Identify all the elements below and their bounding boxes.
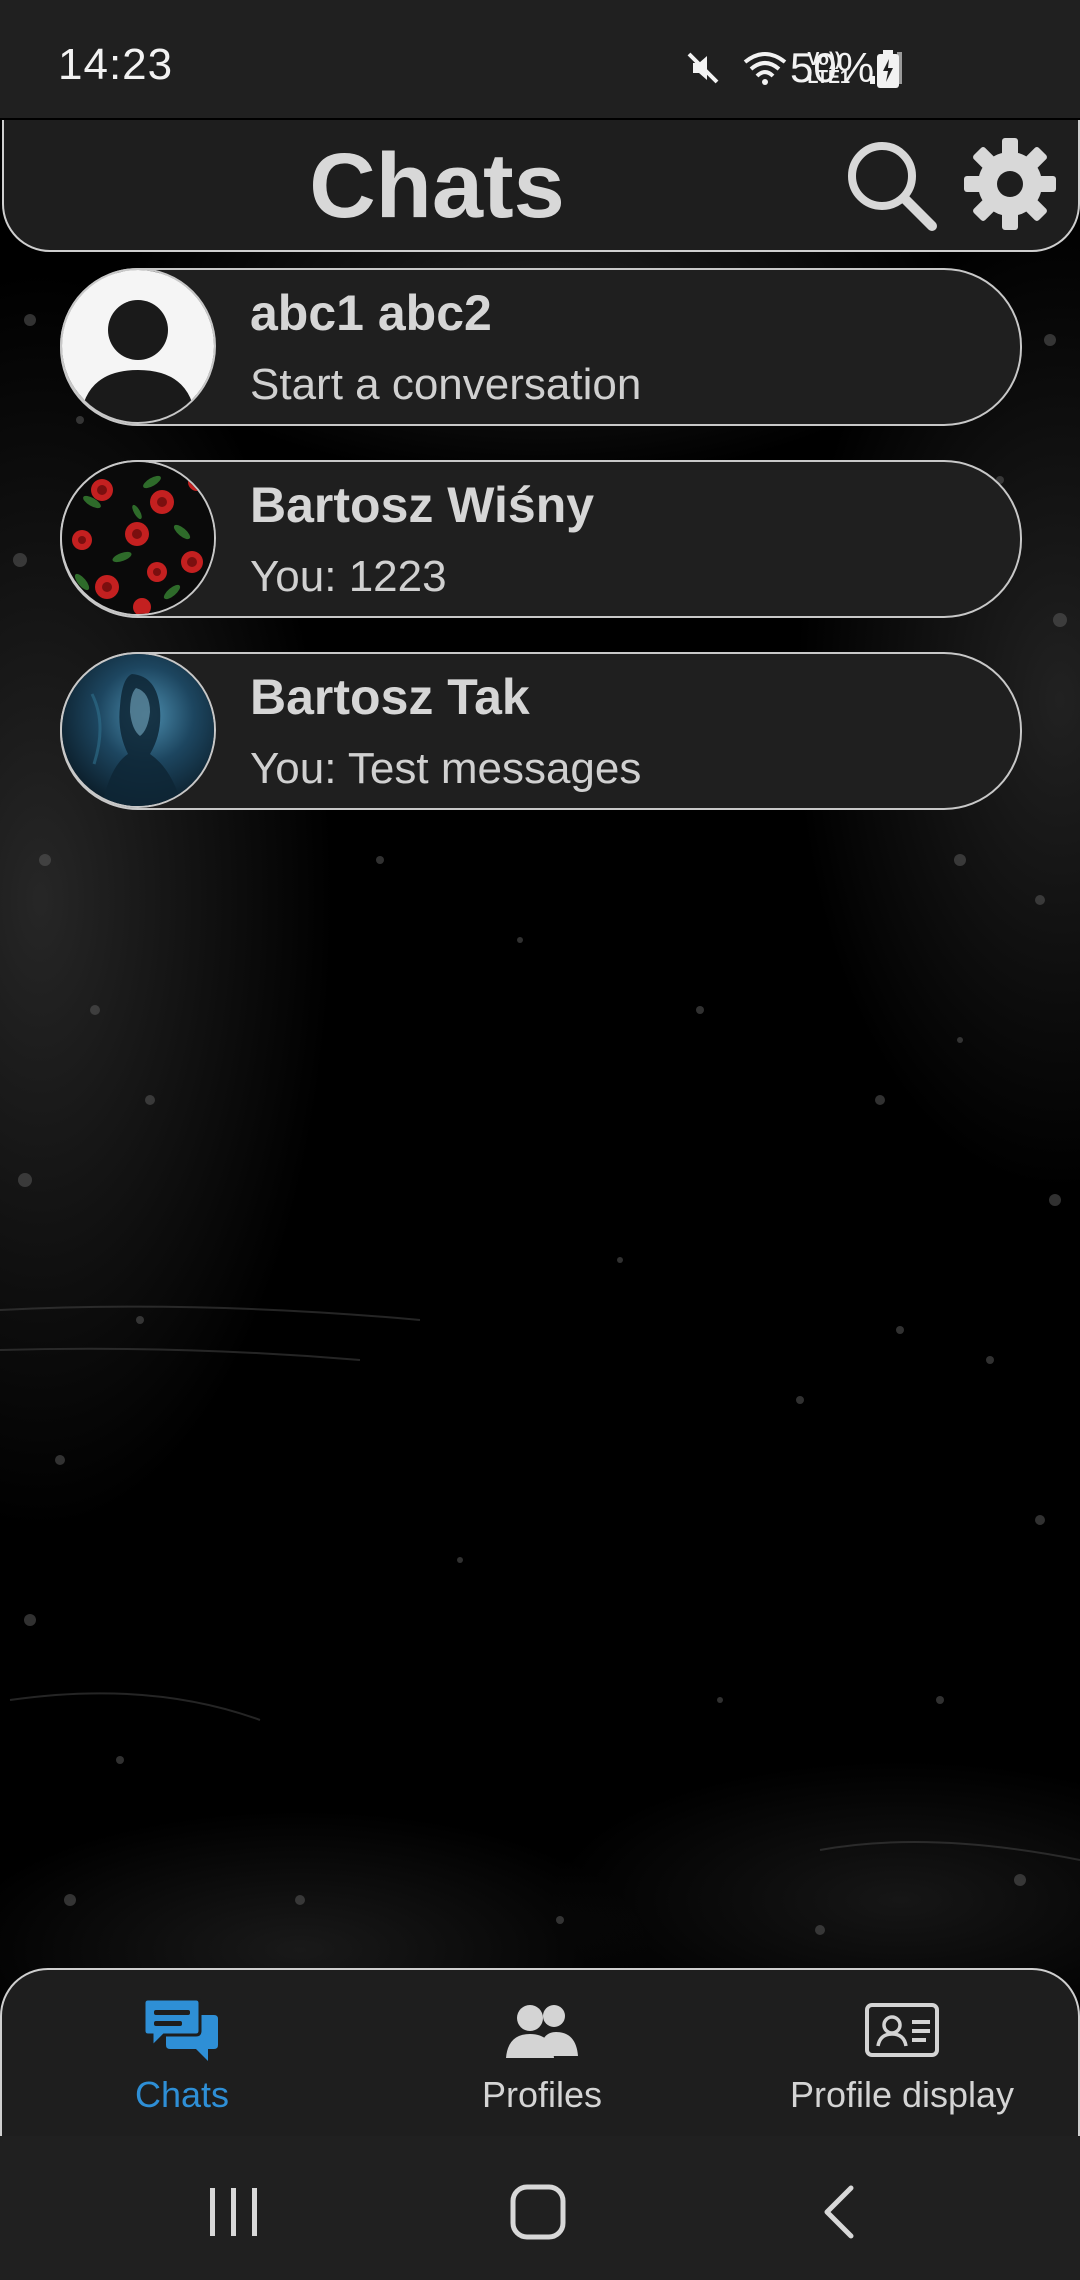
- nav-tab-chats[interactable]: Chats: [2, 1970, 362, 2136]
- recents-icon: [210, 2188, 257, 2236]
- back-button[interactable]: [800, 2172, 880, 2252]
- nav-tab-profiles[interactable]: Profiles: [362, 1970, 722, 2136]
- dark-blue-figure-avatar: [62, 654, 214, 806]
- search-button[interactable]: [840, 134, 940, 234]
- home-icon: [510, 2184, 566, 2240]
- search-icon: [848, 142, 937, 231]
- bottom-navigation: Chats Profiles Profile display: [0, 1968, 1080, 2136]
- wifi-icon: [741, 48, 789, 88]
- chat-item[interactable]: Bartosz Tak You: Test messages: [60, 652, 1022, 810]
- chat-item[interactable]: Bartosz Wiśny You: 1223: [60, 460, 1022, 618]
- chat-preview: You: 1223: [250, 552, 447, 601]
- gear-icon: [964, 138, 1056, 230]
- chat-preview: Start a conversation: [250, 360, 642, 409]
- chat-name: abc1 abc2: [250, 285, 492, 341]
- system-navigation-bar: [0, 2136, 1080, 2280]
- home-button[interactable]: [498, 2172, 578, 2252]
- avatar: [60, 460, 216, 616]
- settings-button[interactable]: [960, 134, 1060, 234]
- avatar: [60, 268, 216, 424]
- chat-name: Bartosz Tak: [250, 669, 530, 725]
- mute-icon: [683, 48, 723, 88]
- chat-bubbles-icon: [2, 1992, 362, 2068]
- recents-button[interactable]: [194, 2172, 274, 2252]
- page-title: Chats: [309, 135, 565, 237]
- chat-item[interactable]: abc1 abc2 Start a conversation: [60, 268, 1022, 426]
- app-header: Chats: [2, 120, 1080, 252]
- people-icon: [362, 1992, 722, 2068]
- nav-tab-profile-display[interactable]: Profile display: [722, 1970, 1080, 2136]
- status-time: 14:23: [58, 40, 174, 89]
- chat-list: abc1 abc2 Start a conversation Bartosz W…: [60, 268, 1022, 844]
- status-bar: 14:23 Vo)) LTE1 50%: [0, 0, 1080, 118]
- chat-preview: You: Test messages: [250, 744, 642, 793]
- chat-name: Bartosz Wiśny: [250, 477, 595, 533]
- avatar: [60, 652, 216, 808]
- back-icon: [824, 2185, 854, 2239]
- nav-label-profiles: Profiles: [481, 2074, 603, 2115]
- nav-label-chats: Chats: [134, 2074, 230, 2115]
- default-person-avatar-icon: [62, 270, 214, 422]
- battery-charging-icon: [876, 50, 900, 93]
- nav-label-profile-display: Profile display: [789, 2074, 1015, 2115]
- roses-pattern-avatar: [62, 462, 214, 614]
- id-card-icon: [722, 1992, 1080, 2068]
- battery-percentage: 50%: [790, 44, 875, 91]
